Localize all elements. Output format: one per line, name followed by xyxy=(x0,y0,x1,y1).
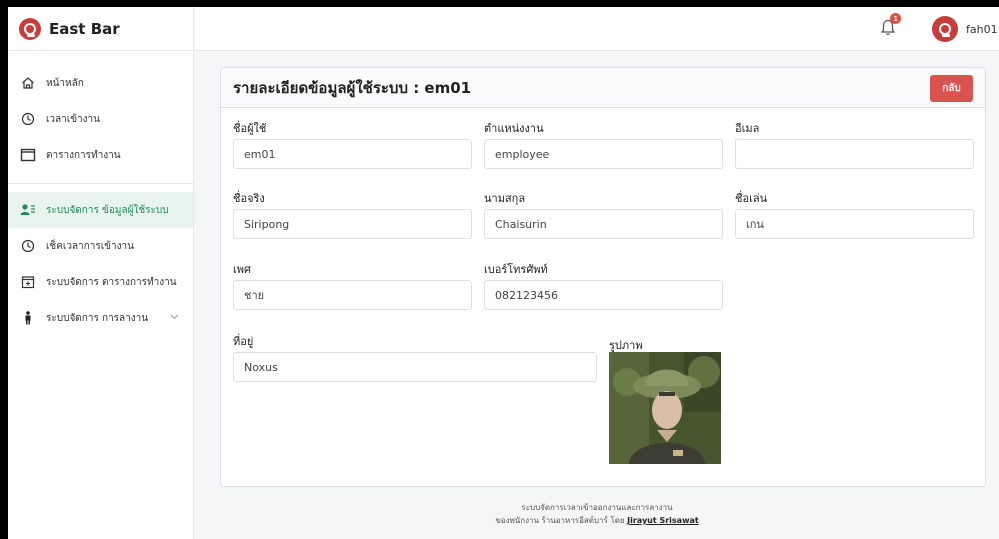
users-icon xyxy=(20,202,36,218)
clock-icon xyxy=(20,111,36,127)
chevron-down-icon[interactable] xyxy=(170,312,179,323)
nickname-label: ชื่อเล่น xyxy=(735,192,768,205)
position-field-group: ตำแหน่งงาน employee xyxy=(484,122,723,169)
sidebar-item-label: เช็คเวลาการเข้างาน xyxy=(46,240,134,252)
sidebar-item-leave-management[interactable]: ระบบจัดการ การลางาน xyxy=(8,300,193,336)
sidebar-item-clock-in[interactable]: เวลาเข้างาน xyxy=(8,101,193,137)
gender-field[interactable]: ชาย xyxy=(233,280,472,310)
gender-field-group: เพศ ชาย xyxy=(233,263,472,310)
sidebar-item-home[interactable]: หน้าหลัก xyxy=(8,65,193,101)
brand-logo-icon xyxy=(19,17,41,40)
calendar-plus-icon xyxy=(20,274,36,290)
calendar-icon xyxy=(20,147,36,163)
firstname-label: ชื่อจริง xyxy=(233,192,265,205)
sidebar-item-label: หน้าหลัก xyxy=(46,77,84,89)
footer: ระบบจัดการเวลาเข้าออกงานและการลางาน ของพ… xyxy=(195,501,999,527)
username: fah01 xyxy=(966,22,998,36)
sidebar-divider xyxy=(8,183,193,184)
notification-badge: 1 xyxy=(890,13,901,24)
brand[interactable]: East Bar xyxy=(8,7,193,51)
sidebar-item-schedule-management[interactable]: ระบบจัดการ ตารางการทำงาน xyxy=(8,264,193,300)
sidebar-item-label: ตารางการทำงาน xyxy=(46,149,121,161)
back-button[interactable]: กลับ xyxy=(930,75,973,102)
footer-line-2: ของพนักงาน ร้านอาหารอีสต์บาร์ โดย Jirayu… xyxy=(195,514,999,527)
sidebar: East Bar หน้าหลัก เวลาเข้างาน ตารางการทำ… xyxy=(8,7,194,539)
firstname-field-group: ชื่อจริง Siripong xyxy=(233,192,472,239)
clock-icon xyxy=(20,238,36,254)
author-link[interactable]: Jirayut Srisawat xyxy=(627,516,699,525)
address-label: ที่อยู่ xyxy=(233,335,254,348)
user-menu[interactable]: fah01 xyxy=(932,16,998,42)
sidebar-item-check-attendance[interactable]: เช็คเวลาการเข้างาน xyxy=(8,228,193,264)
sidebar-item-label: ระบบจัดการ การลางาน xyxy=(46,312,149,324)
sidebar-item-label: ระบบจัดการ ตารางการทำงาน xyxy=(46,276,177,288)
sidebar-item-schedule[interactable]: ตารางการทำงาน xyxy=(8,137,193,173)
sidebar-admin-nav: ระบบจัดการ ข้อมูลผู้ใช้ระบบ เช็คเวลาการเ… xyxy=(8,192,193,336)
username-field-group: ชื่อผู้ใช้ em01 xyxy=(233,122,472,169)
lastname-label: นามสกุล xyxy=(484,192,526,205)
card-header: รายละเอียดข้อมูลผู้ใช้ระบบ : em01 กลับ xyxy=(221,68,985,108)
phone-label: เบอร์โทรศัพท์ xyxy=(484,263,548,276)
username-label: ชื่อผู้ใช้ xyxy=(233,122,267,135)
username-field[interactable]: em01 xyxy=(233,139,472,169)
nickname-field-group: ชื่อเล่น เกน xyxy=(735,192,974,239)
gender-label: เพศ xyxy=(233,263,251,276)
lastname-field[interactable]: Chaisurin xyxy=(484,209,723,239)
phone-field-group: เบอร์โทรศัพท์ 082123456 xyxy=(484,263,723,310)
email-field[interactable] xyxy=(735,139,974,169)
app-window: East Bar หน้าหลัก เวลาเข้างาน ตารางการทำ… xyxy=(8,7,999,539)
email-label: อีเมล xyxy=(735,122,760,135)
notification-bell-icon[interactable]: 1 xyxy=(878,13,901,39)
avatar xyxy=(932,16,958,42)
page-title: รายละเอียดข้อมูลผู้ใช้ระบบ : em01 xyxy=(233,78,472,97)
user-photo xyxy=(609,352,721,464)
phone-field[interactable]: 082123456 xyxy=(484,280,723,310)
sidebar-item-user-management[interactable]: ระบบจัดการ ข้อมูลผู้ใช้ระบบ xyxy=(8,192,193,228)
sidebar-item-label: ระบบจัดการ ข้อมูลผู้ใช้ระบบ xyxy=(46,204,169,216)
sidebar-nav: หน้าหลัก เวลาเข้างาน ตารางการทำงาน xyxy=(8,65,193,173)
sidebar-item-label: เวลาเข้างาน xyxy=(46,113,100,125)
address-field[interactable]: Noxus xyxy=(233,352,597,382)
nickname-field[interactable]: เกน xyxy=(735,209,974,239)
person-icon xyxy=(20,310,36,326)
firstname-field[interactable]: Siripong xyxy=(233,209,472,239)
address-field-group: ที่อยู่ Noxus xyxy=(233,335,597,382)
user-detail-card: รายละเอียดข้อมูลผู้ใช้ระบบ : em01 กลับ ช… xyxy=(220,67,986,487)
home-icon xyxy=(20,75,36,91)
footer-credit: ของพนักงาน ร้านอาหารอีสต์บาร์ โดย xyxy=(495,516,625,525)
email-field-group: อีเมล xyxy=(735,122,974,169)
brand-name: East Bar xyxy=(49,19,120,38)
position-label: ตำแหน่งงาน xyxy=(484,122,544,135)
topbar: 1 fah01 xyxy=(195,7,999,51)
footer-line-1: ระบบจัดการเวลาเข้าออกงานและการลางาน xyxy=(521,503,673,512)
lastname-field-group: นามสกุล Chaisurin xyxy=(484,192,723,239)
position-field[interactable]: employee xyxy=(484,139,723,169)
